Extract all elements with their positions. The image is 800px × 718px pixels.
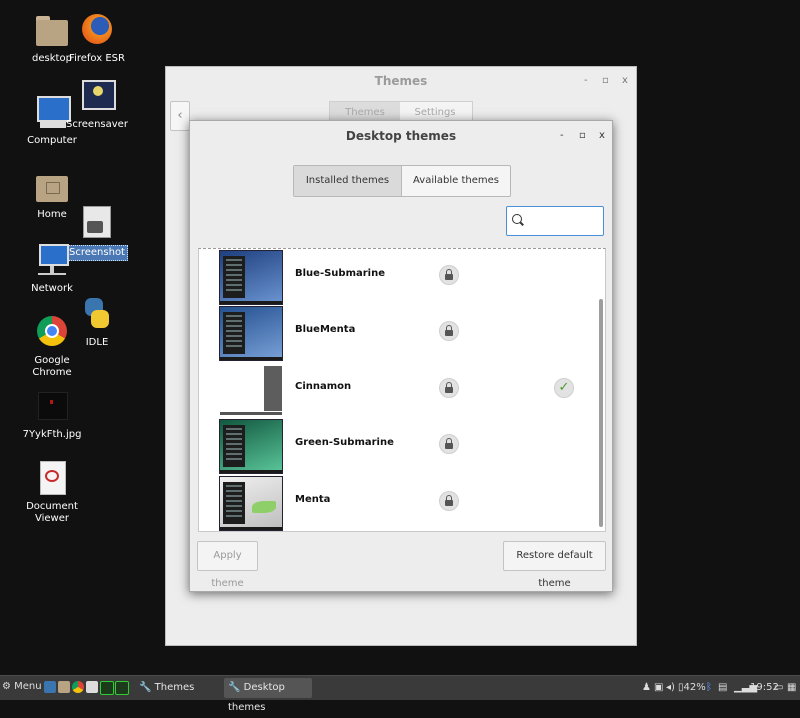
battery-indicator[interactable]: ▯42% xyxy=(678,682,706,693)
task-label: Themes xyxy=(154,682,195,693)
maximize-button[interactable]: ▫ xyxy=(579,130,586,141)
desktop-icon-label: Google Chrome xyxy=(32,355,72,378)
close-button[interactable]: x xyxy=(599,130,605,141)
search-input[interactable] xyxy=(525,211,597,229)
theme-list[interactable]: Blue-Submarine BlueMenta Cinnamon ✓ Gree… xyxy=(198,248,606,532)
desktop-icon-document-viewer[interactable]: Document Viewer xyxy=(14,460,90,526)
show-desktop-icon[interactable]: ▦ xyxy=(787,682,796,693)
chrome-launcher-icon[interactable] xyxy=(72,681,84,693)
minimize-button[interactable]: - xyxy=(584,75,588,86)
lock-icon xyxy=(439,434,459,454)
theme-row[interactable]: Green-Submarine xyxy=(199,417,597,474)
menu-button[interactable]: ⚙ Menu xyxy=(2,681,42,692)
tools-icon: 🔧 xyxy=(139,682,152,693)
theme-name: Green-Submarine xyxy=(295,437,394,448)
theme-name: BlueMenta xyxy=(295,324,356,335)
minimize-button[interactable]: - xyxy=(560,130,564,141)
menu-label: Menu xyxy=(14,681,42,692)
system-monitor-icon[interactable] xyxy=(100,681,114,695)
theme-row[interactable]: BlueMenta xyxy=(199,304,597,361)
theme-source-tabs: Installed themes Available themes (onlin… xyxy=(293,165,511,197)
home-folder-icon xyxy=(34,168,70,204)
firefox-icon xyxy=(79,12,115,48)
workspace-icon[interactable]: ▭ xyxy=(774,682,783,693)
window-title: Themes xyxy=(374,74,428,88)
desktop-icon-firefox[interactable]: Firefox ESR xyxy=(59,12,135,66)
tools-icon: 🔧 xyxy=(228,682,241,693)
desktop-icon-label: Network xyxy=(31,283,73,294)
screenshot-icon xyxy=(79,205,115,241)
python-launcher-icon[interactable] xyxy=(44,681,56,693)
user-icon[interactable]: ♟ xyxy=(642,682,651,693)
screensaver-icon xyxy=(79,78,116,114)
task-themes[interactable]: 🔧 Themes xyxy=(135,678,223,698)
files-launcher-icon[interactable] xyxy=(58,681,70,693)
theme-thumbnail xyxy=(219,363,283,418)
tab-installed-themes[interactable]: Installed themes xyxy=(294,166,402,196)
document-viewer-icon xyxy=(34,460,70,496)
tab-available-themes[interactable]: Available themes (online) xyxy=(402,166,510,196)
system-monitor-icon-2[interactable] xyxy=(115,681,129,695)
clipboard-icon[interactable]: ▤ xyxy=(718,682,727,693)
bluetooth-icon[interactable]: ᛒ xyxy=(706,682,712,693)
restore-default-theme-button[interactable]: Restore default theme xyxy=(503,541,606,589)
desktop-icon-label: Computer xyxy=(27,135,77,146)
taskbar: ⚙ Menu 🔧 Themes 🔧 Desktop themes ♟ ▣ ◂) … xyxy=(0,675,800,713)
theme-row[interactable]: Menta xyxy=(199,474,597,531)
image-file-icon xyxy=(34,388,70,424)
back-button[interactable]: ‹ xyxy=(170,101,190,131)
desktop-themes-dialog: Desktop themes - ▫ x Installed themes Av… xyxy=(189,120,613,592)
chrome-icon xyxy=(34,314,70,350)
lock-icon xyxy=(439,378,459,398)
desktop-icon-label: Document Viewer xyxy=(26,501,78,524)
desktop-icon-label: 7YykFth.jpg xyxy=(22,429,82,440)
desktop-icon-label: Firefox ESR xyxy=(69,53,125,64)
battery-level: 42% xyxy=(683,682,706,693)
lock-icon xyxy=(439,265,459,285)
theme-thumbnail xyxy=(219,419,283,474)
desktop-icon-label: Screensaver xyxy=(66,119,128,130)
theme-thumbnail xyxy=(219,250,283,305)
lock-icon xyxy=(439,491,459,511)
screenshot-launcher-icon[interactable] xyxy=(86,681,98,693)
maximize-button[interactable]: ▫ xyxy=(602,75,609,86)
theme-thumbnail xyxy=(219,476,283,531)
search-box[interactable] xyxy=(506,206,604,236)
theme-name: Blue-Submarine xyxy=(295,268,386,279)
lock-icon xyxy=(439,321,459,341)
theme-row[interactable]: Blue-Submarine xyxy=(199,249,597,305)
desktop-icon-chrome[interactable]: Google Chrome xyxy=(14,314,90,380)
desktop-icon-image-file[interactable]: 7YykFth.jpg xyxy=(14,388,90,442)
update-icon[interactable]: ▣ xyxy=(654,682,663,693)
desktop-icon-network[interactable]: Network xyxy=(14,242,90,296)
scrollbar[interactable] xyxy=(599,299,603,527)
dialog-title: Desktop themes xyxy=(345,129,457,143)
task-desktop-themes[interactable]: 🔧 Desktop themes xyxy=(224,678,312,713)
theme-row[interactable]: Cinnamon ✓ xyxy=(199,361,597,418)
theme-name: Menta xyxy=(295,494,331,505)
apply-theme-button[interactable]: Apply theme xyxy=(197,541,258,589)
search-icon xyxy=(512,214,522,224)
gear-icon: ⚙ xyxy=(2,681,11,692)
network-icon xyxy=(34,242,70,278)
active-theme-check-icon: ✓ xyxy=(554,378,574,398)
theme-name: Cinnamon xyxy=(295,381,352,392)
desktop-icon-screensaver[interactable]: Screensaver xyxy=(59,78,135,132)
theme-thumbnail xyxy=(219,306,283,361)
volume-icon[interactable]: ◂) xyxy=(666,682,675,693)
close-button[interactable]: x xyxy=(622,75,628,86)
